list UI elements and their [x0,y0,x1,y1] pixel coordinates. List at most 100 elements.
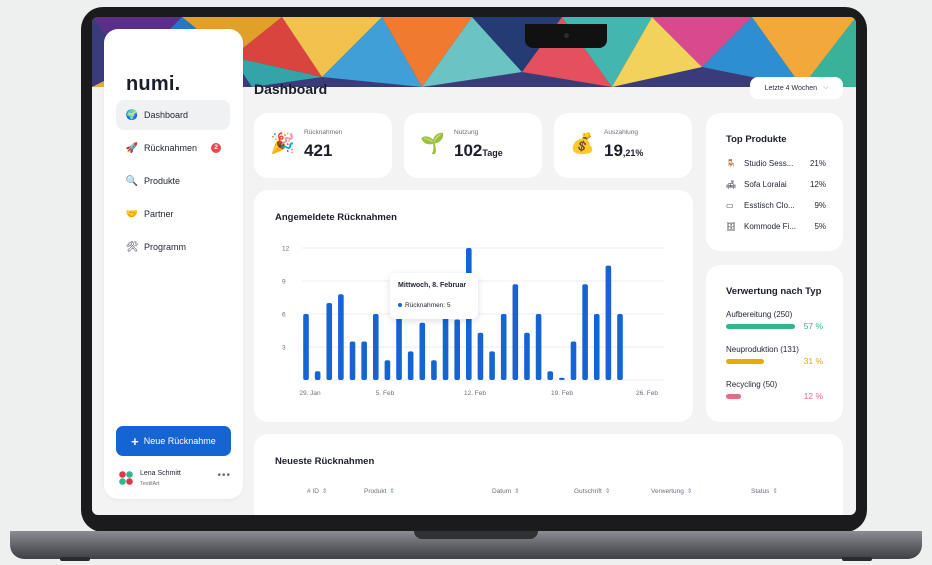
product-share: 12% [809,179,826,189]
chart-bar[interactable] [477,332,484,380]
sidebar-item-produkte[interactable]: 🔍 Produkte [116,166,230,196]
chart-bar[interactable] [407,351,414,380]
column-header-status[interactable]: Status ⇕ [751,487,778,495]
dresser-icon: 🗄 [726,221,737,231]
date-range-label: Letzte 4 Wochen [764,84,818,92]
handshake-icon: 🤝 [125,208,139,220]
top-products-title: Top Produkte [726,134,787,145]
y-tick-label: 12 [282,246,290,253]
chart-bar[interactable] [419,322,426,380]
column-header-gutschrift[interactable]: Gutschrift ⇕ [574,487,610,495]
chart-bar[interactable] [593,314,600,380]
column-label: Produkt [364,488,387,495]
verwertung-card: Verwertung nach Typ Aufbereitung (250) 5… [706,265,843,422]
more-options-icon[interactable]: ••• [217,470,231,481]
laptop-foot [842,557,872,561]
chart-bar[interactable] [559,377,565,380]
chart-bar[interactable] [349,341,356,381]
laptop-foot [60,557,90,561]
list-item[interactable]: 🛋 Sofa Loralai 12% [726,177,826,191]
chart-bar[interactable] [326,303,333,380]
list-item[interactable]: ▭ Esstisch Clo... 9% [726,198,826,212]
chart-bar[interactable] [617,314,623,380]
sidebar-item-ruecknahmen[interactable]: 🚀 Rücknahmen 2 [116,133,230,163]
column-header-verwertung[interactable]: Verwertung ⇕ [651,487,692,495]
camera [564,33,569,38]
verwertung-title: Verwertung nach Typ [726,286,822,297]
chart-bar[interactable] [314,371,321,380]
chart-bar[interactable] [384,360,391,380]
sidebar-item-dashboard[interactable]: 🌍 Dashboard [116,100,230,130]
chart-bar[interactable] [547,371,554,380]
chart-bar[interactable] [431,360,437,380]
chart-bar[interactable] [570,341,577,381]
sidebar-item-programm[interactable]: 🛠 Programm [116,232,230,262]
notification-badge: 2 [211,143,221,153]
column-label: Verwertung [651,488,684,495]
user-profile[interactable]: Lena Schmitt TextilArt ••• [119,468,231,490]
date-range-select[interactable]: Letzte 4 Wochen ⌵ [750,77,843,99]
party-popper-icon: 🎉 [270,133,295,155]
stat-value: 102Tage [454,141,503,161]
stat-suffix: Tage [482,148,503,158]
new-return-button[interactable]: + Neue Rücknahme [116,426,231,456]
sidebar-item-label: Partner [144,209,174,219]
sofa-icon: 🛋 [726,179,737,189]
recent-returns-card: Neueste Rücknahmen [254,434,843,515]
magnifier-icon: 🔍 [125,175,139,187]
column-header-produkt[interactable]: Produkt ⇕ [364,487,395,495]
product-name: Sofa Loralai [744,179,787,189]
chart-bar[interactable] [454,319,460,381]
verwertung-bar [726,324,795,329]
chart-bar[interactable] [338,294,344,380]
product-share: 9% [814,200,826,210]
product-share: 5% [814,221,826,231]
stat-card-auszahlung: 💰 Auszahlung 19,21% [554,113,692,178]
verwertung-label: Neuproduktion (131) [726,345,799,354]
list-item[interactable]: 🗄 Kommode Fi... 5% [726,219,826,233]
x-tick-label: 29. Jan [299,390,321,397]
user-company: TextilArt [140,481,160,487]
verwertung-label: Aufbereitung (250) [726,310,793,319]
stat-number: 421 [304,141,333,160]
globe-icon: 🌍 [125,109,139,121]
verwertung-pct: 57 % [803,321,823,331]
chart-bar[interactable] [524,332,530,380]
chart-bar[interactable] [512,284,519,380]
new-return-label: Neue Rücknahme [143,436,216,446]
rocket-icon: 🚀 [125,142,139,154]
chart-bar[interactable] [372,314,379,380]
stat-value: 421 [304,141,332,161]
chart-bar[interactable] [605,265,612,380]
chart-bar[interactable] [489,351,495,380]
stage: numi. 🌍 Dashboard 🚀 Rücknahmen 2 🔍 Produ… [0,0,932,565]
y-tick-label: 6 [282,312,286,319]
chart-bar[interactable] [582,284,588,380]
product-share: 21% [809,158,826,168]
laptop-base [10,531,922,559]
top-products-card: Top Produkte 🪑 Studio Sess... 21% 🛋 Sofa… [706,113,843,251]
chart-bar[interactable] [500,314,507,380]
camera-notch [525,24,607,48]
stat-label: Auszahlung [604,129,638,136]
plus-icon: + [131,433,139,449]
sidebar-item-label: Programm [144,242,187,252]
column-header-datum[interactable]: Datum ⇕ [492,487,520,495]
x-tick-label: 19. Feb [551,390,573,397]
tooltip-row: Rücknahmen: 5 [398,302,451,309]
stat-suffix: ,21% [622,148,644,158]
tooltip-title: Mittwoch, 8. Februar [398,282,467,289]
chart-bar[interactable] [361,341,367,381]
chevron-down-icon: ⌵ [823,84,829,91]
chart-bar[interactable] [303,314,309,380]
verwertung-pct: 31 % [803,356,823,366]
chart-tooltip: Mittwoch, 8. Februar Rücknahmen: 5 [390,273,478,319]
sort-icon: ⇕ [389,488,395,495]
chart-bar[interactable] [535,314,542,380]
column-header-id[interactable]: # ID ⇕ [307,487,327,495]
sidebar-item-partner[interactable]: 🤝 Partner [116,199,230,229]
tools-icon: 🛠 [125,241,139,253]
recent-returns-title: Neueste Rücknahmen [275,456,375,467]
x-tick-label: 5. Feb [376,390,395,397]
list-item[interactable]: 🪑 Studio Sess... 21% [726,156,826,170]
